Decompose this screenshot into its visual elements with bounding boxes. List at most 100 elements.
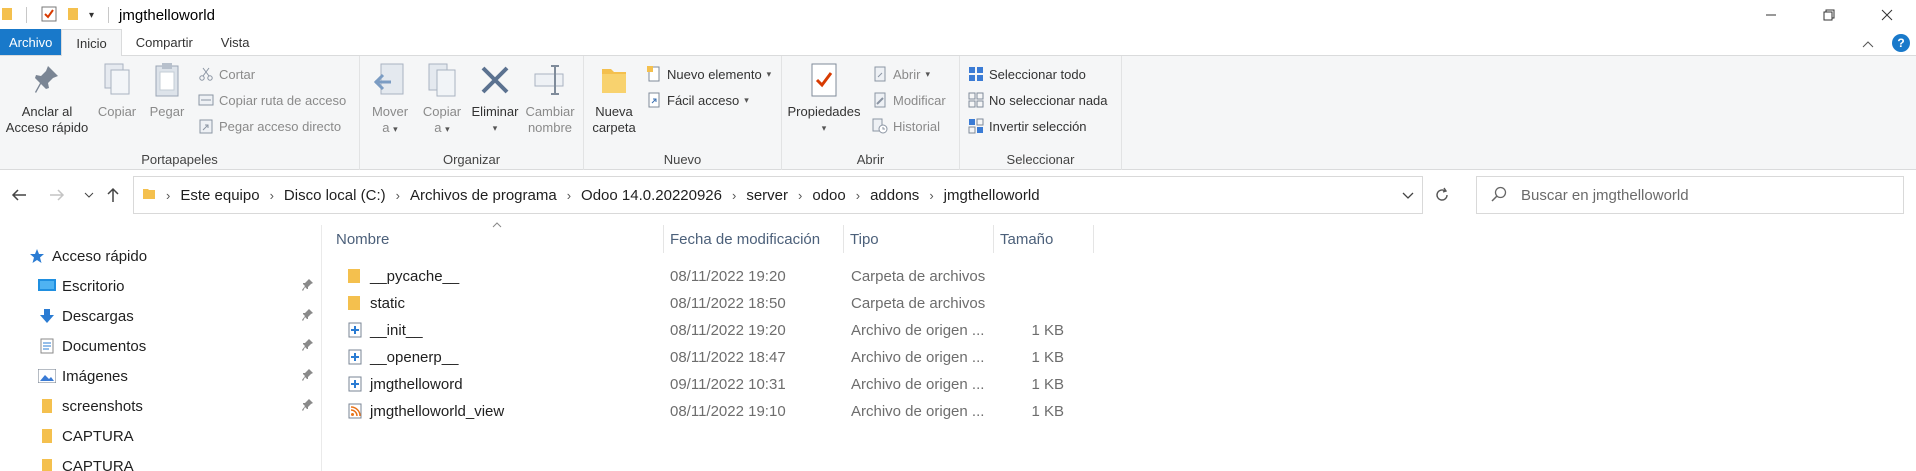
history-button[interactable]: Historial (872, 116, 940, 136)
breadcrumb-chevron-icon[interactable]: › (162, 188, 174, 203)
group-label-organizar: Organizar (442, 152, 501, 167)
breadcrumb-item[interactable]: server (740, 187, 794, 204)
breadcrumb-chevron-icon[interactable]: › (925, 188, 937, 203)
python-file-icon (348, 376, 362, 396)
select-none-button[interactable]: No seleccionar nada (968, 90, 1108, 110)
nav-item-quick-access[interactable]: Acceso rápido (0, 243, 321, 269)
edit-button[interactable]: Modificar (872, 90, 946, 110)
help-icon[interactable]: ? (1892, 34, 1910, 52)
rename-icon (532, 60, 568, 100)
paste-button[interactable]: Pegar (144, 60, 190, 120)
group-seleccionar: Seleccionar todo No seleccionar nada Inv… (960, 56, 1122, 170)
address-history-dropdown[interactable] (1402, 187, 1414, 203)
tab-inicio[interactable]: Inicio (61, 29, 122, 56)
breadcrumb-chevron-icon[interactable]: › (392, 188, 404, 203)
nav-item-captura[interactable]: CAPTURA (0, 453, 321, 471)
nav-item-label: CAPTURA (62, 457, 134, 471)
back-button[interactable] (6, 182, 32, 208)
tab-archivo[interactable]: Archivo (0, 29, 62, 55)
select-all-button[interactable]: Seleccionar todo (968, 64, 1086, 84)
file-row[interactable]: static 08/11/2022 18:50 Carpeta de archi… (330, 290, 1430, 317)
pin-icon[interactable] (302, 278, 314, 296)
breadcrumb-chevron-icon[interactable]: › (852, 188, 864, 203)
nav-item-imagenes[interactable]: Imágenes (0, 363, 321, 389)
navigation-pane: Acceso rápido Escritorio Descargas Docum… (0, 225, 322, 471)
nav-item-screenshots[interactable]: screenshots (0, 393, 321, 419)
breadcrumb-item[interactable]: Archivos de programa (404, 187, 563, 204)
pin-icon[interactable] (302, 338, 314, 356)
file-row[interactable]: jmgthelloworld_view 08/11/2022 19:10 Arc… (330, 398, 1430, 425)
breadcrumb-item[interactable]: Este equipo (174, 187, 265, 204)
tab-vista[interactable]: Vista (207, 29, 264, 55)
easy-access-button[interactable]: Fácil acceso ▾ (646, 90, 749, 110)
search-input[interactable] (1521, 186, 1881, 204)
paste-shortcut-button[interactable]: Pegar acceso directo (198, 116, 341, 136)
column-header-name[interactable]: Nombre (330, 225, 664, 253)
file-row[interactable]: jmgthelloword 09/11/2022 10:31 Archivo d… (330, 371, 1430, 398)
minimize-button[interactable] (1742, 0, 1800, 30)
move-to-button[interactable]: Mover a ▾ (366, 60, 414, 137)
refresh-button[interactable] (1428, 182, 1456, 208)
address-bar[interactable]: › Este equipo › Disco local (C:) › Archi… (133, 176, 1423, 214)
copy-icon (99, 60, 135, 100)
nav-item-documentos[interactable]: Documentos (0, 333, 321, 359)
breadcrumb-item[interactable]: odoo (806, 187, 851, 204)
column-header-type[interactable]: Tipo (844, 225, 994, 253)
collapse-ribbon-icon[interactable] (1862, 35, 1874, 51)
pin-quick-access-button[interactable]: Anclar al Acceso rápido (4, 60, 90, 136)
new-item-label: Nuevo elemento (667, 66, 762, 82)
search-box[interactable] (1476, 176, 1904, 214)
new-folder-label-line2: carpeta (592, 120, 636, 135)
file-row[interactable]: __pycache__ 08/11/2022 19:20 Carpeta de … (330, 263, 1430, 290)
properties-qat-icon[interactable] (41, 6, 57, 25)
nav-item-descargas[interactable]: Descargas (0, 303, 321, 329)
file-date: 08/11/2022 19:10 (670, 403, 786, 420)
open-button[interactable]: Abrir ▾ (872, 64, 930, 84)
rename-button[interactable]: Cambiar nombre (522, 60, 578, 136)
properties-caret: ▾ (821, 123, 827, 133)
group-abrir: Propiedades ▾ Abrir ▾ Modificar Historia… (782, 56, 960, 170)
chevron-down-icon[interactable]: ▾ (89, 10, 94, 21)
copy-to-label-line1: Copiar (422, 104, 462, 119)
breadcrumb-chevron-icon[interactable]: › (563, 188, 575, 203)
copy-path-button[interactable]: Copiar ruta de acceso (198, 90, 346, 110)
invert-selection-button[interactable]: Invertir selección (968, 116, 1087, 136)
breadcrumb-item[interactable]: Disco local (C:) (278, 187, 392, 204)
cut-button[interactable]: Cortar (198, 64, 255, 84)
up-button[interactable] (100, 182, 126, 208)
column-header-size[interactable]: Tamaño (994, 225, 1094, 253)
restore-button[interactable] (1800, 0, 1858, 30)
delete-button[interactable]: Eliminar ▾ (470, 60, 520, 136)
new-folder-button[interactable]: Nueva carpeta (590, 60, 638, 136)
nav-item-captura[interactable]: CAPTURA (0, 423, 321, 449)
tab-compartir[interactable]: Compartir (122, 29, 207, 55)
breadcrumb-item[interactable]: Odoo 14.0.20220926 (575, 187, 728, 204)
file-row[interactable]: __openerp__ 08/11/2022 18:47 Archivo de … (330, 344, 1430, 371)
file-row[interactable]: __init__ 08/11/2022 19:20 Archivo de ori… (330, 317, 1430, 344)
breadcrumb-chevron-icon[interactable]: › (794, 188, 806, 203)
properties-button[interactable]: Propiedades ▾ (786, 60, 862, 136)
pin-icon[interactable] (302, 308, 314, 326)
nav-item-escritorio[interactable]: Escritorio (0, 273, 321, 299)
recent-locations-button[interactable] (76, 182, 102, 208)
copy-to-button[interactable]: Copiar a ▾ (418, 60, 466, 137)
toolbar-separator (26, 7, 27, 23)
breadcrumb-chevron-icon[interactable]: › (728, 188, 740, 203)
copy-to-icon (424, 60, 460, 100)
forward-button[interactable] (44, 182, 70, 208)
breadcrumb-item[interactable]: addons (864, 187, 925, 204)
new-item-button[interactable]: Nuevo elemento ▾ (646, 64, 771, 84)
close-button[interactable] (1858, 0, 1916, 30)
breadcrumb-item[interactable]: jmgthelloworld (938, 187, 1046, 204)
file-date: 08/11/2022 18:47 (670, 349, 786, 366)
pin-icon[interactable] (302, 368, 314, 386)
copy-button[interactable]: Copiar (94, 60, 140, 120)
properties-icon (806, 60, 842, 100)
breadcrumb-chevron-icon[interactable]: › (266, 188, 278, 203)
pin-icon[interactable] (302, 398, 314, 416)
folder-icon (348, 295, 360, 315)
new-folder-qat-icon[interactable] (67, 6, 79, 25)
column-header-date[interactable]: Fecha de modificación (664, 225, 844, 253)
file-type: Archivo de origen ... (851, 403, 985, 420)
paste-label: Pegar (149, 104, 185, 119)
